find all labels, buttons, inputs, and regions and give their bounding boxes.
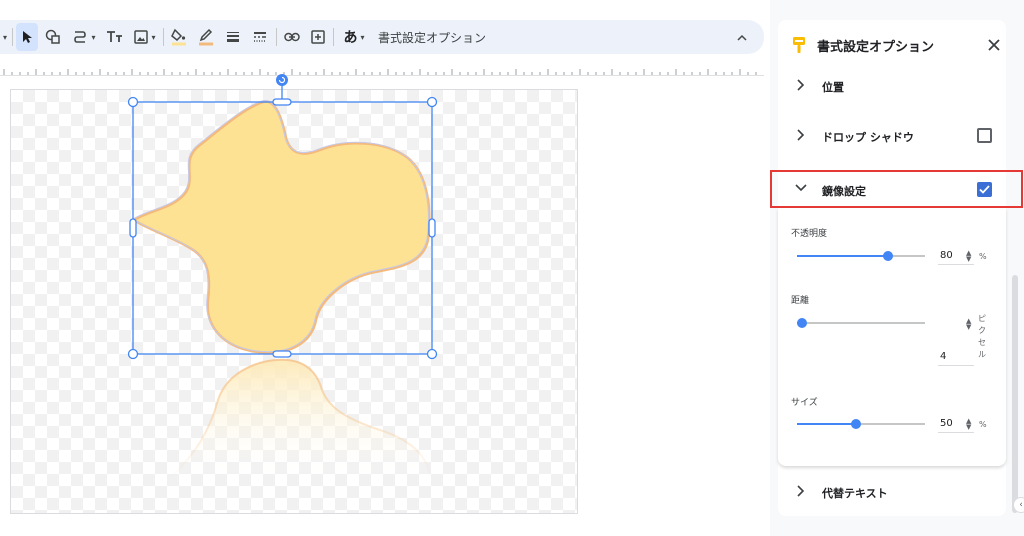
- section-alt-text[interactable]: [778, 473, 1006, 509]
- section-alt-text-label: 代替テキスト: [822, 487, 888, 500]
- distance-slider[interactable]: [797, 317, 925, 329]
- highlight-annotation-box: [770, 170, 1023, 208]
- close-panel-button[interactable]: [985, 36, 1003, 54]
- slider-knob[interactable]: [883, 251, 893, 261]
- resize-handle-bottom[interactable]: [272, 350, 292, 358]
- selected-shape[interactable]: [131, 100, 431, 354]
- size-spinner-icon[interactable]: ▲ ▼: [966, 418, 971, 431]
- distance-label: 距離: [791, 296, 810, 306]
- section-position-label: 位置: [822, 81, 844, 94]
- chevron-right-icon: [797, 485, 805, 497]
- chevron-right-icon: [797, 129, 805, 141]
- opacity-label: 不透明度: [791, 229, 828, 239]
- distance-unit: ピクセル: [978, 314, 986, 359]
- slider-knob[interactable]: [797, 318, 807, 328]
- resize-handle-top[interactable]: [272, 98, 292, 106]
- resize-handle-right[interactable]: [428, 218, 436, 238]
- rotate-handle[interactable]: [276, 74, 288, 86]
- resize-handle-top-left[interactable]: [127, 96, 139, 108]
- opacity-slider[interactable]: [797, 250, 925, 262]
- close-icon: [988, 39, 1000, 51]
- distance-input[interactable]: 4: [938, 348, 974, 366]
- chevron-left-icon: ‹: [1019, 500, 1023, 510]
- expand-side-panel-button[interactable]: ‹: [1013, 497, 1024, 513]
- chevron-right-icon: [797, 79, 805, 91]
- resize-handle-bottom-left[interactable]: [127, 348, 139, 360]
- resize-handle-left[interactable]: [129, 218, 137, 238]
- distance-spinner-icon[interactable]: ▲ ▼: [966, 318, 971, 331]
- resize-handle-bottom-right[interactable]: [426, 348, 438, 360]
- resize-handle-top-right[interactable]: [426, 96, 438, 108]
- opacity-spinner-icon[interactable]: ▲ ▼: [966, 250, 971, 263]
- section-position[interactable]: [778, 67, 1006, 103]
- drop-shadow-checkbox[interactable]: [977, 128, 992, 143]
- section-drop-shadow-label: ドロップ シャドウ: [822, 131, 914, 144]
- size-unit: %: [979, 420, 987, 429]
- size-slider[interactable]: [797, 418, 925, 430]
- panel-scrollbar[interactable]: [1012, 275, 1018, 513]
- panel-title: 書式設定オプション: [817, 40, 935, 55]
- slider-knob[interactable]: [851, 419, 861, 429]
- paint-roller-icon: [793, 37, 805, 53]
- size-label: サイズ: [791, 398, 818, 408]
- shape-reflection: [167, 358, 432, 479]
- opacity-unit: %: [979, 252, 987, 261]
- shape-layer: [127, 74, 438, 479]
